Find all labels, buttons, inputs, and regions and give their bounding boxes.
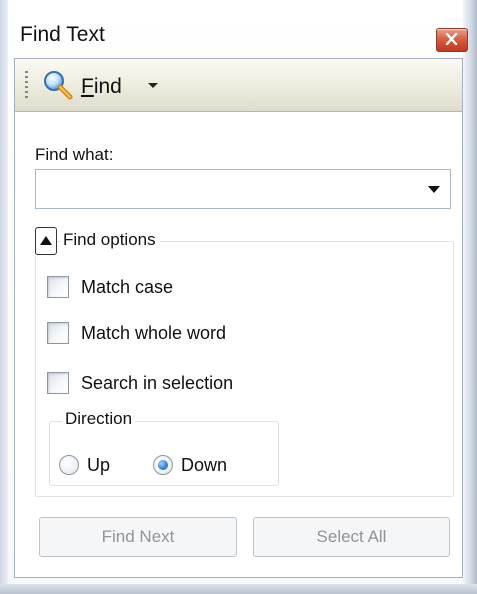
find-what-combobox[interactable] (35, 169, 451, 209)
direction-group (49, 421, 279, 486)
radio-label: Down (181, 455, 228, 475)
find-dropdown-button[interactable]: Find (41, 67, 181, 101)
find-what-label: Find what: (35, 145, 114, 164)
radio-button[interactable] (59, 455, 79, 475)
toolbar-grip[interactable] (25, 71, 28, 99)
direction-label: Direction (62, 409, 136, 429)
close-icon (445, 33, 458, 45)
checkbox-box[interactable] (47, 372, 69, 394)
select-all-button[interactable]: Select All (253, 517, 450, 557)
checkbox-label: Match whole word (81, 323, 227, 343)
radio-button[interactable] (153, 455, 173, 475)
chevron-down-icon (148, 83, 158, 88)
window-frame-right (463, 0, 477, 594)
window-title: Find Text (20, 23, 105, 46)
checkbox-box[interactable] (47, 322, 69, 344)
collapse-options-button[interactable] (35, 227, 57, 255)
combobox-dropdown-icon[interactable] (428, 186, 440, 193)
checkbox-label: Search in selection (81, 373, 234, 393)
triangle-up-icon (40, 236, 52, 245)
dialog-content: Find Find what: Find options Match case … (14, 58, 463, 578)
checkbox-box[interactable] (47, 276, 69, 298)
title-bar[interactable]: Find Text (8, 10, 468, 54)
find-next-button[interactable]: Find Next (39, 517, 237, 557)
radio-label: Up (87, 455, 111, 475)
window-frame-left (0, 0, 8, 594)
checkbox-label: Match case (81, 277, 174, 297)
toolbar: Find (15, 59, 462, 112)
find-options-label: Find options (61, 230, 160, 250)
find-dropdown-label: Find (81, 75, 122, 98)
window-frame-bottom (0, 584, 477, 594)
magnifier-icon (44, 71, 73, 100)
find-text-window: Find Text Find Find what: Find options M… (0, 0, 477, 594)
close-button[interactable] (436, 28, 468, 52)
